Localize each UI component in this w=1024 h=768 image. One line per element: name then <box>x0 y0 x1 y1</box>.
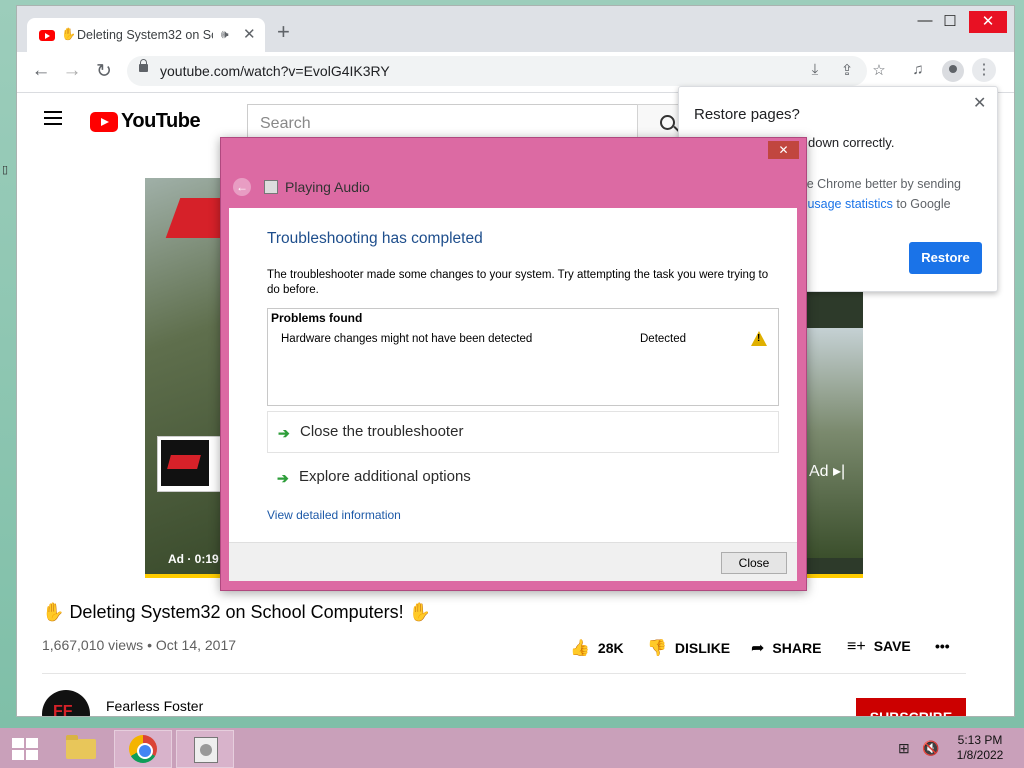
bookmark-star-icon[interactable]: ☆ <box>868 61 890 79</box>
taskbar-troubleshooter[interactable] <box>176 730 234 768</box>
dialog-body: Troubleshooting has completed The troubl… <box>229 208 797 581</box>
new-tab-button[interactable]: + <box>277 21 290 43</box>
ad-card[interactable] <box>157 436 221 492</box>
desktop-glyph: ▯ <box>2 164 9 176</box>
channel-name[interactable]: Fearless Foster <box>106 698 203 714</box>
subscribe-button[interactable]: SUBSCRIBE <box>856 698 966 716</box>
dialog-footer: Close <box>229 542 797 581</box>
dialog-description: The troubleshooter made some changes to … <box>267 269 769 296</box>
restore-stats-text: gle Chrome better by sending <box>797 177 961 191</box>
profile-avatar-icon[interactable] <box>942 60 964 82</box>
troubleshooter-dialog: ✕ ← Playing Audio Troubleshooting has co… <box>220 137 807 591</box>
tab-title: Deleting System32 on Sc <box>77 28 213 42</box>
more-actions-button[interactable]: ••• <box>935 638 950 654</box>
explore-options-option[interactable]: ➔ Explore additional options <box>267 457 777 497</box>
youtube-logo-text: YouTube <box>121 110 201 132</box>
hamburger-menu-icon[interactable] <box>44 111 64 126</box>
lock-icon <box>139 59 148 72</box>
warning-icon <box>751 331 767 346</box>
share-label: SHARE <box>772 640 822 656</box>
forward-button[interactable]: → <box>60 60 84 82</box>
thumbs-down-icon: 👎 <box>647 640 667 657</box>
like-button[interactable]: 👍 28K <box>570 638 624 658</box>
section-divider <box>42 673 966 674</box>
taskbar-file-explorer[interactable] <box>52 730 108 766</box>
problem-status: Detected <box>640 333 687 345</box>
share-button[interactable]: ➦ SHARE <box>751 638 821 658</box>
problems-header: Problems found <box>271 311 363 325</box>
speaker-icon[interactable]: 🕪 <box>221 27 229 42</box>
url-text[interactable]: youtube.com/watch?v=EvolG4IK3RY <box>160 63 390 79</box>
chrome-icon <box>129 735 157 763</box>
share-icon[interactable]: ⇪ <box>836 61 858 79</box>
back-button[interactable]: ← <box>29 60 53 82</box>
save-button[interactable]: ≡+ SAVE <box>847 638 911 656</box>
green-arrow-icon: ➔ <box>278 425 290 441</box>
title-emoji-right: ✋ <box>408 602 432 622</box>
restore-title: Restore pages? <box>694 106 800 123</box>
clock-time: 5:13 PM <box>957 733 1003 747</box>
tab-emoji: ✋ <box>61 27 76 41</box>
problems-found-box: Problems found Hardware changes might no… <box>267 308 779 406</box>
address-bar[interactable]: youtube.com/watch?v=EvolG4IK3RY <box>127 56 867 86</box>
troubleshooter-icon <box>194 737 218 763</box>
dislike-label: DISLIKE <box>674 640 731 656</box>
title-emoji-left: ✋ <box>42 602 65 622</box>
chrome-menu-icon[interactable]: ⋮ <box>972 58 996 82</box>
thumbs-up-icon: 👍 <box>570 640 590 657</box>
folder-icon <box>66 735 96 759</box>
install-icon[interactable]: ⤓ <box>804 61 826 78</box>
video-title-text: Deleting System32 on School Computers! <box>69 602 404 622</box>
ad-skip-label[interactable]: Ad ▸| <box>809 461 845 481</box>
tab-close-icon[interactable]: ✕ <box>243 25 256 43</box>
dislike-button[interactable]: 👎 DISLIKE <box>647 638 730 658</box>
search-icon <box>660 115 675 130</box>
dialog-close-button[interactable]: Close <box>721 552 787 574</box>
maximize-button[interactable]: ☐ <box>935 12 965 30</box>
windows-start-icon[interactable] <box>12 738 38 760</box>
restore-button[interactable]: Restore <box>909 242 982 274</box>
restore-stats-line: d usage statistics to Google <box>797 197 951 211</box>
ad-timer: Ad · 0:19 <box>168 552 219 566</box>
restore-close-icon[interactable]: ✕ <box>973 93 986 113</box>
dialog-title: Playing Audio <box>285 179 370 195</box>
browser-tab[interactable]: ✋ Deleting System32 on Sc 🕪 ✕ <box>27 18 265 52</box>
dialog-heading: Troubleshooting has completed <box>267 230 483 247</box>
views-and-date: 1,667,010 views • Oct 14, 2017 <box>42 637 237 653</box>
youtube-play-icon <box>90 112 118 132</box>
network-icon[interactable]: ⊞ <box>898 740 910 757</box>
taskbar: ⊞ 🔇 5:13 PM 1/8/2022 <box>0 728 1024 768</box>
tab-strip: ✋ Deleting System32 on Sc 🕪 ✕ + — ☐ ✕ <box>17 6 1014 52</box>
restore-message: down correctly. <box>808 135 895 150</box>
clock-date: 1/8/2022 <box>956 748 1004 762</box>
video-title: ✋ Deleting System32 on School Computers!… <box>42 602 431 623</box>
youtube-favicon-icon <box>39 30 55 41</box>
back-arrow-icon[interactable]: ← <box>233 178 251 196</box>
green-arrow-icon: ➔ <box>277 470 289 486</box>
playlist-add-icon: ≡+ <box>847 638 866 655</box>
restore-stats-suffix: to Google <box>892 197 951 211</box>
channel-avatar[interactable] <box>42 690 90 716</box>
window-close-button[interactable]: ✕ <box>969 11 1007 33</box>
problem-name: Hardware changes might not have been det… <box>281 333 533 345</box>
share-arrow-icon: ➦ <box>751 640 765 657</box>
media-control-icon[interactable]: ♫ <box>907 61 929 78</box>
welding-school-logo <box>161 440 209 486</box>
save-label: SAVE <box>873 638 911 654</box>
reload-button[interactable]: ↻ <box>92 60 116 83</box>
taskbar-chrome[interactable] <box>114 730 172 768</box>
troubleshooter-app-icon <box>264 180 278 194</box>
search-placeholder: Search <box>260 115 311 132</box>
volume-muted-icon[interactable]: 🔇 <box>922 740 939 757</box>
like-count: 28K <box>597 640 624 656</box>
option-label: Explore additional options <box>299 468 471 485</box>
usage-statistics-link[interactable]: usage statistics <box>807 197 892 211</box>
option-label: Close the troubleshooter <box>300 423 464 440</box>
taskbar-clock[interactable]: 5:13 PM 1/8/2022 <box>950 733 1010 763</box>
dialog-close-icon[interactable]: ✕ <box>768 141 799 159</box>
view-detailed-information-link[interactable]: View detailed information <box>267 508 401 522</box>
close-troubleshooter-option[interactable]: ➔ Close the troubleshooter <box>267 411 779 453</box>
